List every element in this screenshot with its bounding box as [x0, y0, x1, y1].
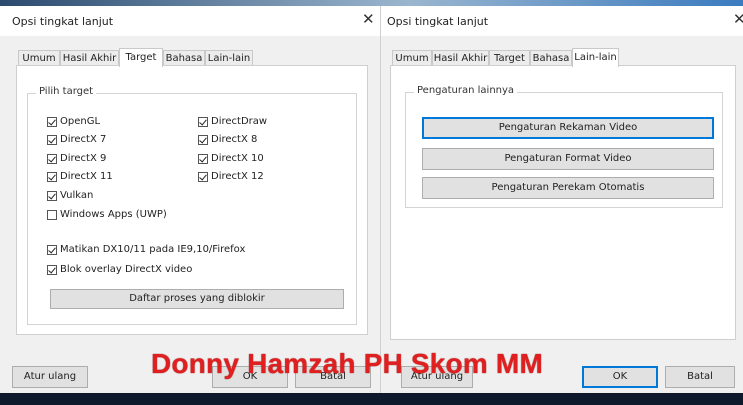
- tab-bahasa[interactable]: Bahasa: [163, 50, 205, 66]
- checkbox-label: Matikan DX10/11 pada IE9,10/Firefox: [60, 244, 246, 255]
- checkbox-directx-7[interactable]: DirectX 7: [47, 134, 106, 145]
- checkbox-box[interactable]: [47, 134, 57, 145]
- advanced-options-dialog-other: Opsi tingkat lanjut ✕ Umum Hasil Akhir T…: [381, 6, 743, 393]
- tab-umum[interactable]: Umum: [18, 50, 60, 66]
- checkbox-label: DirectX 9: [60, 153, 107, 164]
- close-icon[interactable]: ✕: [362, 12, 375, 27]
- tab-strip: Umum Hasil Akhir Target Bahasa Lain-lain: [18, 48, 268, 67]
- close-icon[interactable]: ✕: [733, 12, 743, 27]
- watermark-text: Donny Hamzah PH Skom MM: [151, 348, 543, 379]
- dialog-title: Opsi tingkat lanjut: [387, 15, 489, 28]
- checkbox-label: DirectX 8: [211, 134, 258, 145]
- checkbox-label: DirectX 7: [60, 134, 107, 145]
- checkbox-box[interactable]: [198, 134, 208, 145]
- checkbox-label: OpenGL: [60, 116, 101, 127]
- blocked-processes-button[interactable]: Daftar proses yang diblokir: [50, 289, 344, 309]
- checkbox-label: Blok overlay DirectX video: [60, 264, 193, 275]
- checkbox-box[interactable]: [47, 190, 57, 201]
- group-title: Pilih target: [36, 86, 97, 97]
- dialog-title: Opsi tingkat lanjut: [12, 15, 114, 28]
- checkbox-label: DirectX 12: [211, 171, 264, 182]
- checkbox-opengl[interactable]: OpenGL: [47, 116, 100, 127]
- checkbox-box[interactable]: [198, 171, 208, 182]
- title-bar: Opsi tingkat lanjut ✕: [381, 6, 743, 36]
- group-title: Pengaturan lainnya: [414, 85, 518, 96]
- checkbox-box[interactable]: [198, 116, 208, 127]
- cancel-button[interactable]: Batal: [665, 366, 735, 388]
- tab-panel-target: Pilih target OpenGL DirectDraw DirectX 7…: [16, 65, 368, 335]
- other-settings-groupbox: Pengaturan lainnya Pengaturan Rekaman Vi…: [405, 85, 723, 208]
- checkbox-directx-8[interactable]: DirectX 8: [198, 134, 257, 145]
- tab-umum[interactable]: Umum: [392, 50, 432, 66]
- checkbox-directx-11[interactable]: DirectX 11: [47, 171, 113, 182]
- checkbox-box[interactable]: [198, 153, 208, 164]
- checkbox-directx-12[interactable]: DirectX 12: [198, 171, 264, 182]
- checkbox-label: DirectX 11: [60, 171, 113, 182]
- video-format-settings-button[interactable]: Pengaturan Format Video: [422, 148, 714, 170]
- ok-button[interactable]: OK: [582, 366, 658, 388]
- checkbox-label: Vulkan: [60, 190, 94, 201]
- target-groupbox: Pilih target OpenGL DirectDraw DirectX 7…: [27, 86, 357, 325]
- checkbox-box[interactable]: [47, 153, 57, 164]
- checkbox-box[interactable]: [47, 209, 57, 220]
- tab-target[interactable]: Target: [119, 48, 163, 67]
- checkbox-directx-9[interactable]: DirectX 9: [47, 153, 106, 164]
- desktop-bottom-strip: [0, 393, 743, 405]
- video-recording-settings-button[interactable]: Pengaturan Rekaman Video: [422, 117, 714, 139]
- checkbox-box[interactable]: [47, 244, 57, 255]
- tab-lain-lain[interactable]: Lain-lain: [205, 50, 253, 66]
- tab-target[interactable]: Target: [489, 50, 530, 66]
- checkbox-box[interactable]: [47, 116, 57, 127]
- checkbox-directx-10[interactable]: DirectX 10: [198, 153, 264, 164]
- tab-bahasa[interactable]: Bahasa: [530, 50, 572, 66]
- checkbox-block-directx-overlay[interactable]: Blok overlay DirectX video: [47, 264, 192, 275]
- checkbox-label: Windows Apps (UWP): [60, 209, 167, 220]
- checkbox-disable-dx10-11[interactable]: Matikan DX10/11 pada IE9,10/Firefox: [47, 244, 245, 255]
- reset-button[interactable]: Atur ulang: [12, 366, 88, 388]
- tab-panel-other: Pengaturan lainnya Pengaturan Rekaman Vi…: [390, 65, 736, 340]
- checkbox-box[interactable]: [47, 264, 57, 275]
- checkbox-label: DirectX 10: [211, 153, 264, 164]
- checkbox-box[interactable]: [47, 171, 57, 182]
- checkbox-vulkan[interactable]: Vulkan: [47, 190, 93, 201]
- auto-recorder-settings-button[interactable]: Pengaturan Perekam Otomatis: [422, 177, 714, 199]
- tab-strip: Umum Hasil Akhir Target Bahasa Lain-lain: [392, 48, 632, 67]
- advanced-options-dialog-target: Opsi tingkat lanjut ✕ Umum Hasil Akhir T…: [0, 6, 381, 393]
- tab-lain-lain[interactable]: Lain-lain: [572, 48, 619, 67]
- checkbox-label: DirectDraw: [211, 116, 268, 127]
- title-bar: Opsi tingkat lanjut ✕: [0, 6, 380, 36]
- checkbox-windows-apps-uwp[interactable]: Windows Apps (UWP): [47, 209, 167, 220]
- tab-hasil-akhir[interactable]: Hasil Akhir: [60, 50, 119, 66]
- tab-hasil-akhir[interactable]: Hasil Akhir: [432, 50, 489, 66]
- checkbox-directdraw[interactable]: DirectDraw: [198, 116, 267, 127]
